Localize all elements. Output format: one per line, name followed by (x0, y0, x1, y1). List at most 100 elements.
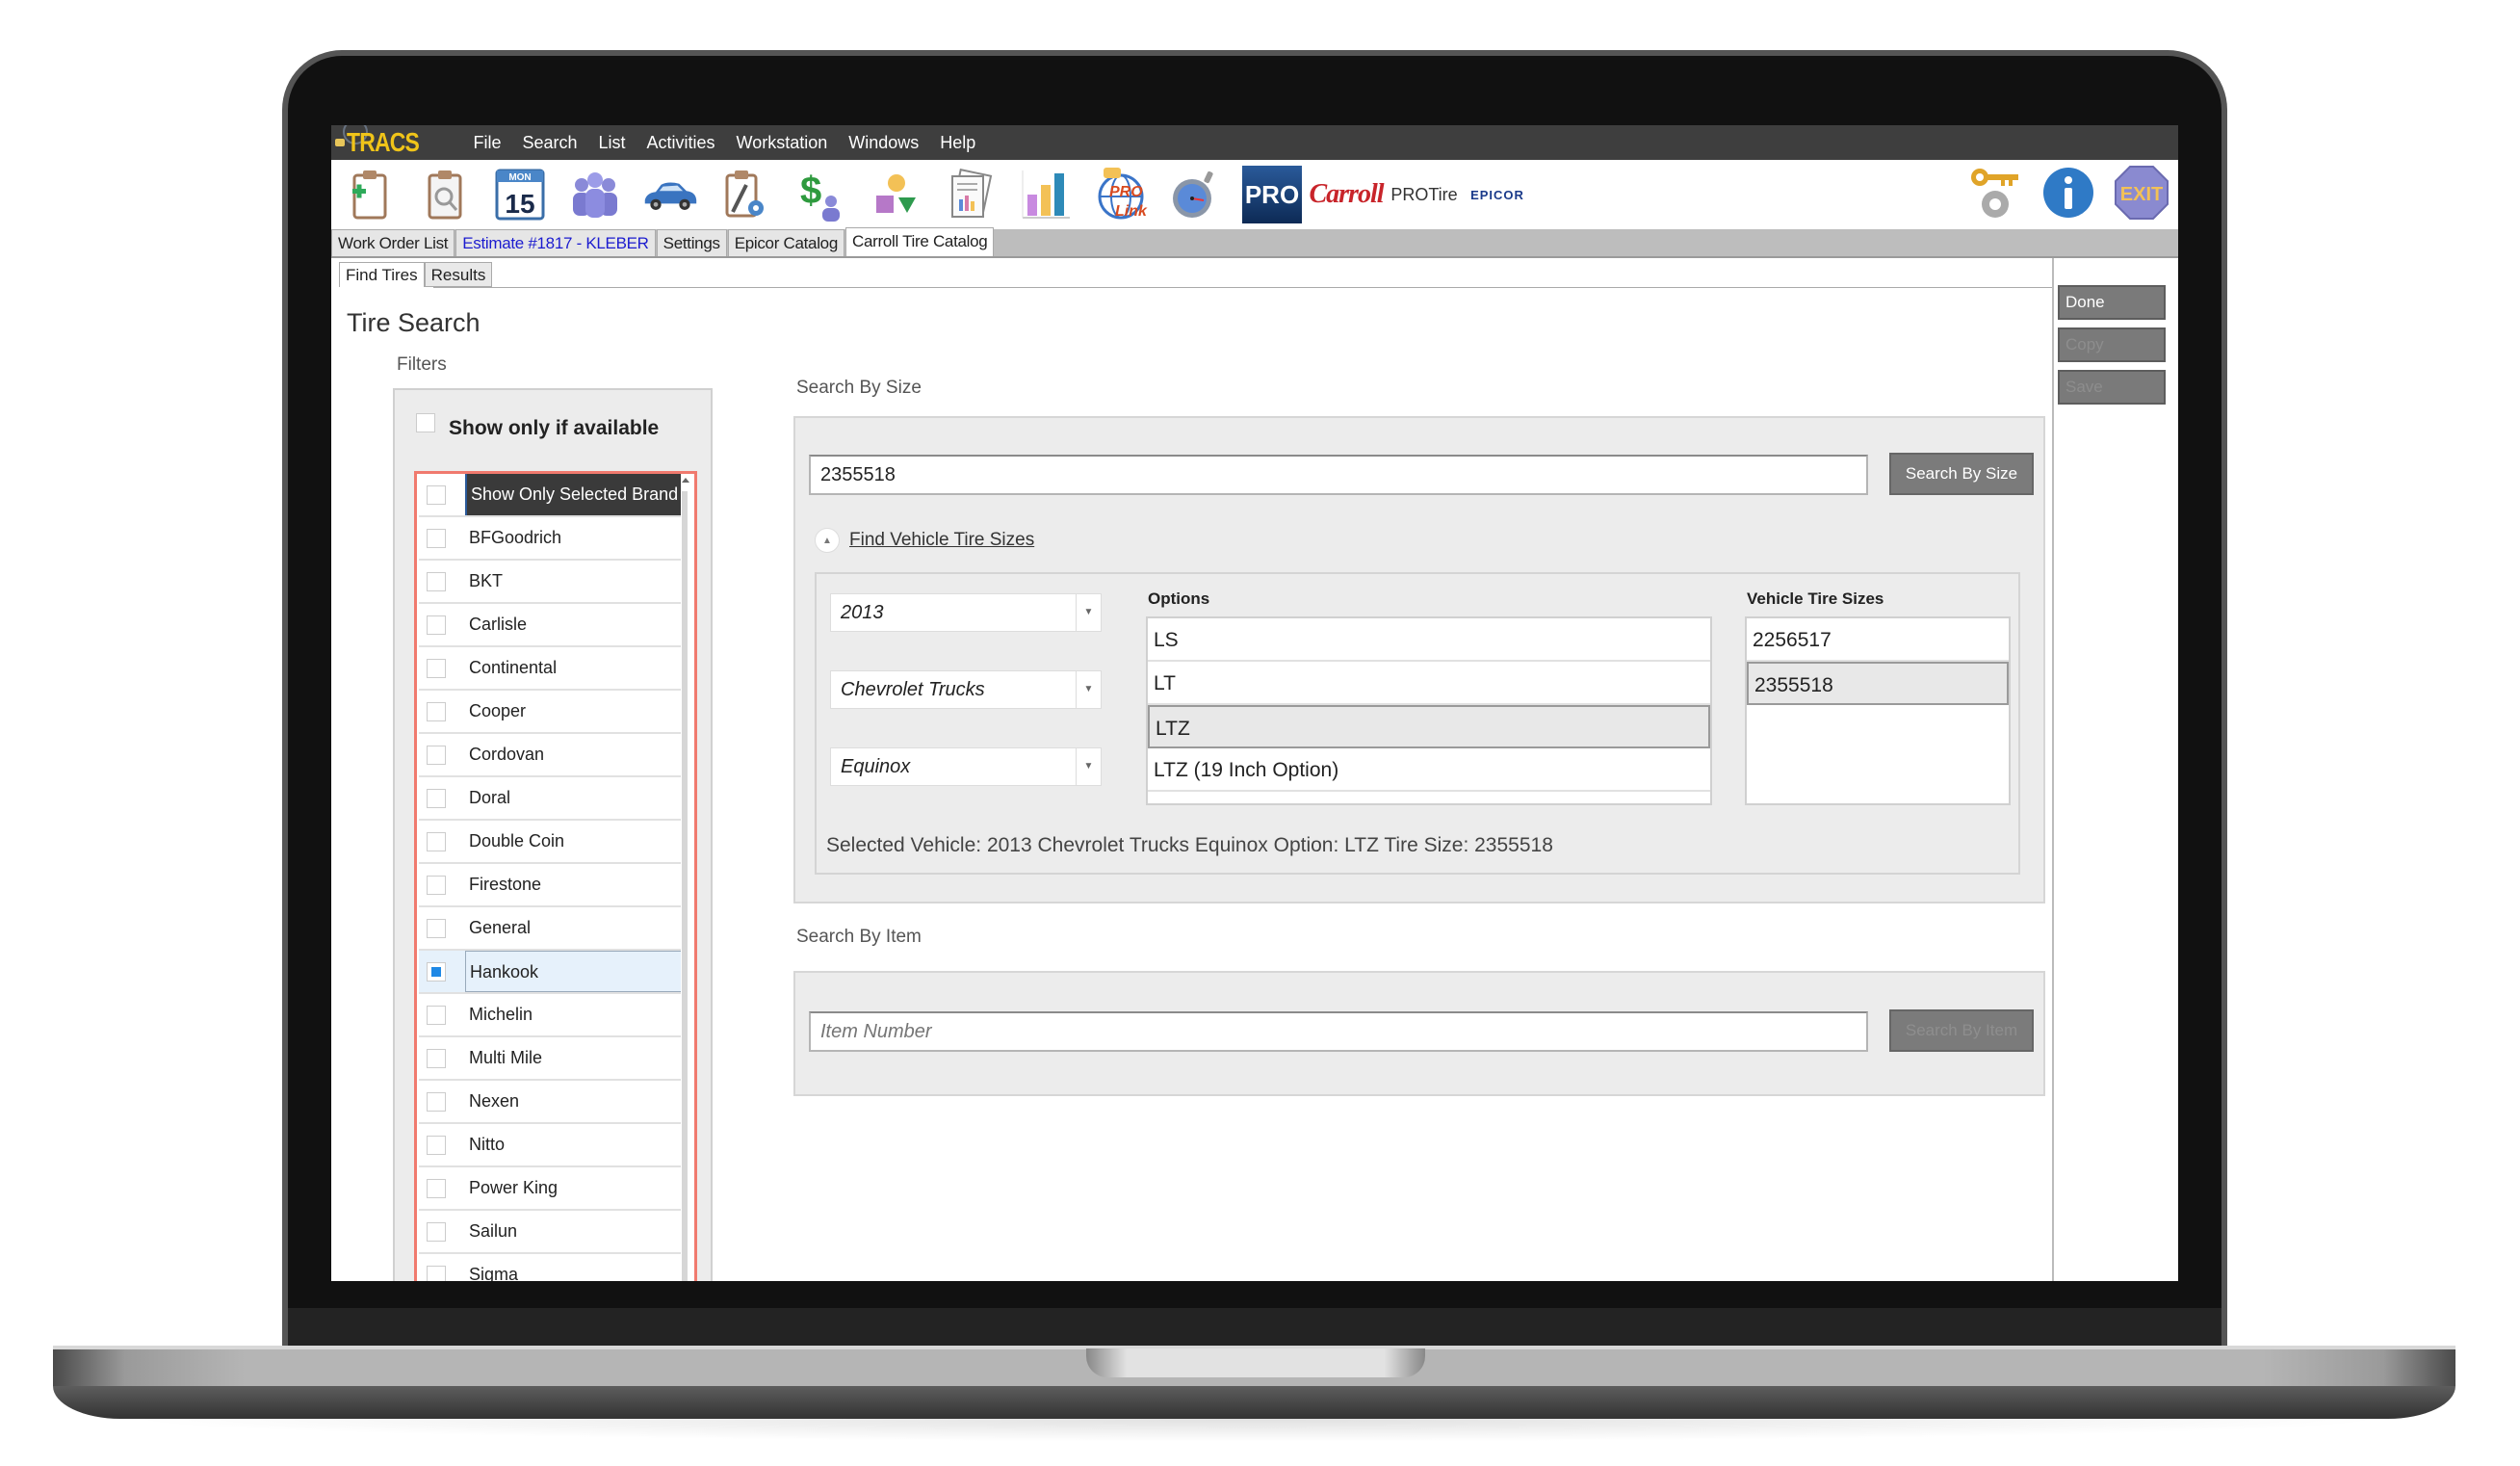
brand-checkbox[interactable] (427, 571, 446, 591)
menu-search[interactable]: Search (522, 133, 577, 153)
brand-checkbox[interactable] (427, 1005, 446, 1025)
brand-item[interactable]: Nexen (419, 1081, 681, 1124)
menu-file[interactable]: File (473, 133, 501, 153)
option-item[interactable]: LT (1148, 662, 1710, 705)
calendar-icon[interactable]: MON 15 (491, 166, 549, 223)
tab-settings[interactable]: Settings (656, 229, 727, 256)
done-button[interactable]: Done (2058, 285, 2166, 320)
brand-item[interactable]: General (419, 907, 681, 951)
brand-item[interactable]: Continental (419, 647, 681, 691)
protire-brand-logo[interactable]: PROTire (1390, 166, 1458, 223)
brand-item[interactable]: Cordovan (419, 734, 681, 777)
brand-checkbox[interactable] (427, 788, 446, 808)
select-all-brands-checkbox[interactable] (427, 484, 446, 505)
brand-checkbox[interactable] (427, 1135, 446, 1155)
tab-work-order-list[interactable]: Work Order List (331, 229, 455, 256)
prolink-icon[interactable]: PRO Link (1092, 166, 1150, 223)
brand-item[interactable]: Michelin (419, 994, 681, 1037)
brand-item[interactable]: BFGoodrich (419, 517, 681, 561)
menu-help[interactable]: Help (940, 133, 975, 153)
find-work-order-icon[interactable] (416, 166, 474, 223)
brand-checkbox[interactable] (427, 658, 446, 678)
scroll-thumb[interactable] (682, 491, 688, 1281)
brand-checkbox[interactable] (427, 918, 446, 938)
tab-epicor-catalog[interactable]: Epicor Catalog (727, 229, 844, 256)
brand-item[interactable]: Hankook (419, 951, 681, 994)
brand-checkbox[interactable] (427, 1221, 446, 1242)
brand-item[interactable]: BKT (419, 561, 681, 604)
make-dropdown[interactable]: Chevrolet Trucks ▼ (830, 670, 1102, 709)
brand-checkbox[interactable] (427, 615, 446, 635)
chart-icon[interactable] (1017, 166, 1075, 223)
brand-item[interactable]: Doral (419, 777, 681, 821)
pro-brand-logo[interactable]: PRO (1242, 166, 1302, 223)
vehicle-icon[interactable] (641, 166, 699, 223)
new-work-order-icon[interactable] (341, 166, 399, 223)
brand-list-scrollbar[interactable] (681, 478, 690, 1281)
brand-checkbox[interactable] (427, 1265, 446, 1281)
menu-windows[interactable]: Windows (848, 133, 919, 153)
brand-item[interactable]: Double Coin (419, 821, 681, 864)
brand-checkbox[interactable] (427, 745, 446, 765)
exit-icon[interactable]: EXIT (2113, 164, 2170, 222)
menu-activities[interactable]: Activities (647, 133, 715, 153)
tire-size-item[interactable]: 2256517 (1747, 618, 2009, 662)
brand-item[interactable]: Cooper (419, 691, 681, 734)
brand-checkbox[interactable] (427, 1178, 446, 1198)
search-by-item-button[interactable]: Search By Item (1889, 1009, 2034, 1052)
tire-size-input[interactable]: 2355518 (809, 455, 1868, 495)
filters-panel: Show only if available Show Only Selecte… (393, 388, 713, 1281)
customers-icon[interactable] (566, 166, 624, 223)
checkbox[interactable] (416, 413, 435, 432)
brand-list-header[interactable]: Show Only Selected Brand (419, 474, 681, 517)
brand-item[interactable]: Power King (419, 1167, 681, 1211)
laptop-notch (1086, 1348, 1425, 1377)
epicor-brand-logo[interactable]: EPICOR (1464, 166, 1531, 223)
save-button[interactable]: Save (2058, 370, 2166, 405)
copy-button[interactable]: Copy (2058, 327, 2166, 362)
tire-size-item[interactable]: 2355518 (1747, 662, 2009, 705)
info-icon[interactable] (2039, 164, 2097, 222)
brand-item[interactable]: Sailun (419, 1211, 681, 1254)
search-by-size-button[interactable]: Search By Size (1889, 453, 2034, 495)
brand-item[interactable]: Sigma (419, 1254, 681, 1281)
tab-carroll-tire-catalog[interactable]: Carroll Tire Catalog (845, 227, 995, 256)
tech-tools-icon[interactable] (716, 166, 774, 223)
menu-list[interactable]: List (599, 133, 626, 153)
brand-item[interactable]: Carlisle (419, 604, 681, 647)
brand-checkbox[interactable] (427, 528, 446, 548)
menu-workstation[interactable]: Workstation (737, 133, 828, 153)
show-available-checkbox[interactable]: Show only if available (416, 413, 659, 440)
item-number-input[interactable] (809, 1011, 1868, 1052)
scroll-up-arrow-icon[interactable] (682, 478, 689, 483)
year-dropdown[interactable]: 2013 ▼ (830, 593, 1102, 632)
brand-checkbox[interactable] (427, 1091, 446, 1112)
tab-estimate[interactable]: Estimate #1817 - KLEBER (455, 229, 656, 256)
option-item[interactable]: LTZ (19 Inch Option) (1148, 748, 1710, 792)
model-dropdown[interactable]: Equinox ▼ (830, 747, 1102, 786)
filters-label: Filters (397, 354, 447, 375)
key-gear-icon[interactable] (1966, 164, 2024, 222)
brand-checkbox[interactable] (427, 831, 446, 851)
accounting-icon[interactable]: $ (792, 166, 849, 223)
chevron-down-icon[interactable]: ▼ (1076, 748, 1101, 785)
option-item[interactable]: LS (1148, 618, 1710, 662)
brand-checkbox[interactable] (427, 875, 446, 895)
subtab-find-tires[interactable]: Find Tires (339, 262, 425, 287)
brand-item[interactable]: Nitto (419, 1124, 681, 1167)
shapes-icon[interactable] (867, 166, 924, 223)
stopwatch-icon[interactable] (1167, 166, 1225, 223)
reports-icon[interactable] (942, 166, 1000, 223)
chevron-down-icon[interactable]: ▼ (1076, 671, 1101, 708)
brand-item[interactable]: Multi Mile (419, 1037, 681, 1081)
option-item[interactable]: LTZ (1148, 705, 1710, 748)
brand-item[interactable]: Firestone (419, 864, 681, 907)
find-vehicle-tire-sizes-expander[interactable]: ▲ Find Vehicle Tire Sizes (815, 528, 1034, 553)
brand-checkbox[interactable] (427, 701, 446, 721)
subtab-results[interactable]: Results (424, 262, 493, 287)
carroll-brand-logo[interactable]: Carroll (1309, 166, 1384, 223)
brand-checkbox[interactable] (427, 1048, 446, 1068)
collapse-arrow-icon[interactable]: ▲ (815, 528, 840, 553)
brand-checkbox[interactable] (427, 961, 446, 982)
chevron-down-icon[interactable]: ▼ (1076, 594, 1101, 631)
